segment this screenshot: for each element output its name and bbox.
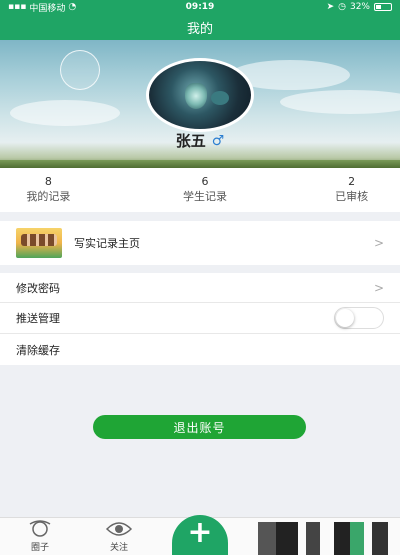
stat-label: 学生记录 — [183, 190, 227, 203]
clear-cache-row[interactable]: 清除缓存 — [0, 334, 400, 365]
change-password-label: 修改密码 — [16, 281, 60, 295]
circle-icon — [29, 520, 51, 537]
stat-value: 2 — [348, 175, 356, 188]
male-gender-icon: ♂ — [211, 132, 225, 149]
cloud-decoration — [10, 100, 120, 126]
user-name-row: 张五 ♂ — [0, 130, 400, 151]
tab-follow[interactable]: 关注 — [99, 520, 139, 553]
chevron-right-icon: > — [373, 236, 384, 250]
cloud-decoration — [280, 90, 400, 114]
record-home-row[interactable]: 写实记录主页 > — [0, 221, 400, 265]
push-management-label: 推送管理 — [16, 312, 60, 325]
stat-my-records[interactable]: 8 我的记录 — [0, 168, 157, 212]
record-thumbnail — [16, 228, 62, 258]
obscured-tab-area — [350, 522, 364, 555]
tab-circle[interactable]: 圈子 — [20, 520, 60, 553]
stat-label: 已审核 — [335, 190, 369, 203]
avatar-image — [146, 58, 254, 132]
stat-reviewed[interactable]: 2 已审核 — [253, 168, 400, 212]
chevron-right-icon: > — [373, 280, 384, 295]
avatar[interactable] — [146, 58, 256, 132]
logout-button[interactable]: 退出账号 — [93, 415, 306, 439]
stat-value: 8 — [44, 175, 52, 188]
battery-icon — [374, 3, 392, 11]
user-name: 张五 — [175, 132, 206, 150]
moon-decoration — [60, 50, 100, 90]
stat-student-records[interactable]: 6 学生记录 — [157, 168, 254, 212]
profile-header: 张五 ♂ — [0, 40, 400, 168]
tab-label: 关注 — [109, 543, 128, 553]
obscured-tab-area — [258, 522, 276, 555]
push-management-row: 推送管理 — [0, 303, 400, 334]
tab-label: 圈子 — [30, 543, 49, 553]
page-title: 我的 — [186, 21, 213, 37]
nav-bar: 我的 — [0, 14, 400, 40]
status-bar: ▪▪▪ 中国移动 ◔ 09:19 ➤ ◷ 32% — [0, 0, 400, 14]
toggle-knob — [336, 309, 354, 327]
obscured-tab-area — [306, 522, 320, 555]
stat-label: 我的记录 — [26, 190, 71, 203]
clear-cache-label: 清除缓存 — [16, 343, 60, 357]
grass-decoration — [0, 160, 400, 168]
stats-bar: 8 我的记录 6 学生记录 2 已审核 — [0, 168, 400, 212]
obscured-tab-area — [372, 522, 388, 555]
push-toggle[interactable] — [334, 307, 384, 329]
record-home-label: 写实记录主页 — [74, 237, 140, 250]
obscured-tab-area — [276, 522, 298, 555]
obscured-tab-area — [334, 522, 350, 555]
status-time: 09:19 — [185, 2, 215, 12]
eye-icon — [105, 522, 133, 536]
change-password-row[interactable]: 修改密码 > — [0, 273, 400, 303]
stat-value: 6 — [201, 175, 209, 188]
